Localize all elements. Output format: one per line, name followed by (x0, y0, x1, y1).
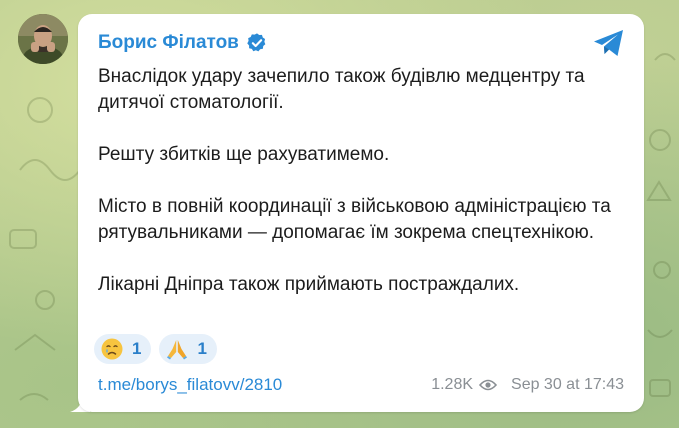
verified-badge-icon (247, 33, 266, 52)
reaction-pray[interactable]: 1 (159, 334, 217, 364)
channel-avatar[interactable] (18, 14, 68, 64)
reaction-count: 1 (132, 339, 142, 358)
channel-name[interactable]: Борис Філатов (98, 32, 239, 54)
post-text: Внаслідок удару зачепило також будівлю м… (98, 64, 638, 324)
post-paragraph: Решту збитків ще рахуватимемо. (98, 144, 390, 165)
message-bubble: Борис Філатов Внаслідок удару зачепило т… (78, 14, 644, 412)
avatar-image (18, 14, 68, 64)
folded-hands-icon (167, 340, 188, 360)
post-paragraph: Лікарні Дніпра також приймають постражда… (98, 274, 520, 295)
reactions-bar: 1 1 (94, 334, 217, 364)
post-paragraph: Місто в повній координації з військовою … (98, 196, 611, 243)
eye-icon (479, 379, 498, 391)
post-timestamp: Sep 30 at 17:43 (511, 376, 624, 393)
telegram-send-icon[interactable] (592, 28, 626, 58)
view-count: 1.28K (431, 376, 474, 393)
post-link[interactable]: t.me/borys_filatovv/2810 (98, 375, 282, 395)
crying-face-icon (101, 338, 123, 360)
reaction-crying[interactable]: 1 (94, 334, 152, 364)
reaction-count: 1 (197, 339, 207, 358)
post-meta: 1.28K Sep 30 at 17:43 (431, 376, 624, 394)
post-paragraph: Внаслідок удару зачепило також будівлю м… (98, 66, 585, 113)
